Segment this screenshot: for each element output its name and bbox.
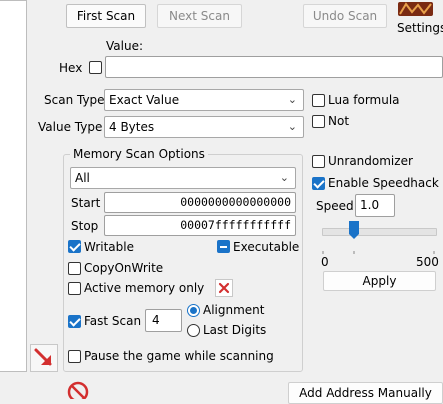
scan-type-select[interactable]: Exact Value ⌄	[104, 89, 304, 111]
unrandomizer-checkbox[interactable]	[312, 155, 325, 168]
memory-region-value: All	[75, 171, 90, 185]
not-checkbox[interactable]	[312, 115, 325, 128]
active-memory-only-label: Active memory only	[84, 281, 205, 295]
enable-speedhack-checkbox[interactable]	[312, 177, 325, 190]
slider-track	[322, 228, 437, 236]
add-address-manually-button[interactable]: Add Address Manually	[288, 382, 443, 404]
speed-slider[interactable]	[322, 221, 437, 254]
value-type-value: 4 Bytes	[109, 120, 155, 134]
slider-min-label: 0	[321, 255, 329, 269]
scan-type-value: Exact Value	[109, 93, 180, 107]
copy-on-write-checkbox[interactable]	[68, 262, 81, 275]
slider-ticks	[322, 243, 435, 254]
found-addresses-list[interactable]	[0, 0, 27, 372]
clear-x-icon[interactable]	[215, 279, 233, 297]
next-scan-button[interactable]: Next Scan	[157, 4, 242, 28]
slider-thumb[interactable]	[349, 221, 359, 239]
arrow-down-right-icon[interactable]	[30, 344, 58, 372]
value-input[interactable]	[105, 56, 443, 78]
enable-speedhack-label: Enable Speedhack	[328, 176, 439, 190]
apply-button[interactable]: Apply	[323, 271, 436, 291]
stop-label: Stop	[71, 219, 99, 233]
executable-label: Executable	[233, 240, 300, 254]
hex-label: Hex	[59, 61, 83, 75]
speed-label: Speed	[316, 199, 354, 213]
fast-scan-value-input[interactable]: 4	[145, 309, 182, 332]
undo-scan-button[interactable]: Undo Scan	[303, 4, 387, 28]
slider-max-label: 500	[416, 255, 439, 269]
stop-address-input[interactable]: 00007fffffffffff	[104, 215, 296, 236]
active-memory-only-checkbox[interactable]	[68, 282, 81, 295]
stop-prohibit-icon[interactable]	[66, 380, 90, 399]
value-type-label: Value Type	[38, 120, 103, 134]
chevron-down-icon: ⌄	[287, 120, 297, 133]
alignment-label: Alignment	[203, 303, 265, 317]
start-label: Start	[71, 196, 101, 210]
pause-game-label: Pause the game while scanning	[84, 349, 274, 363]
lua-formula-label: Lua formula	[328, 93, 400, 107]
executable-checkbox[interactable]	[217, 240, 230, 253]
speed-input[interactable]: 1.0	[355, 194, 395, 217]
lua-formula-checkbox[interactable]	[312, 94, 325, 107]
start-address-input[interactable]: 0000000000000000	[104, 192, 296, 213]
hex-checkbox[interactable]	[89, 61, 102, 74]
value-type-select[interactable]: 4 Bytes ⌄	[104, 116, 304, 138]
not-label: Not	[328, 114, 350, 128]
value-label: Value:	[106, 39, 143, 53]
copy-on-write-label: CopyOnWrite	[84, 261, 164, 275]
fast-scan-checkbox[interactable]	[68, 315, 81, 328]
writable-checkbox[interactable]	[68, 240, 81, 253]
memory-scan-options-title: Memory Scan Options	[70, 147, 208, 161]
chevron-down-icon: ⌄	[287, 93, 297, 106]
cheat-engine-logo-icon[interactable]	[398, 0, 433, 18]
scan-type-label: Scan Type	[44, 93, 105, 107]
last-digits-radio[interactable]	[187, 324, 200, 337]
writable-label: Writable	[84, 240, 134, 254]
fast-scan-label: Fast Scan	[84, 314, 142, 328]
chevron-down-icon: ⌄	[279, 171, 289, 184]
pause-game-checkbox[interactable]	[68, 350, 81, 363]
last-digits-label: Last Digits	[203, 323, 267, 337]
memory-region-select[interactable]: All ⌄	[70, 167, 296, 189]
settings-label[interactable]: Settings	[397, 21, 443, 35]
first-scan-button[interactable]: First Scan	[66, 4, 146, 28]
unrandomizer-label: Unrandomizer	[328, 154, 413, 168]
alignment-radio[interactable]	[187, 304, 200, 317]
